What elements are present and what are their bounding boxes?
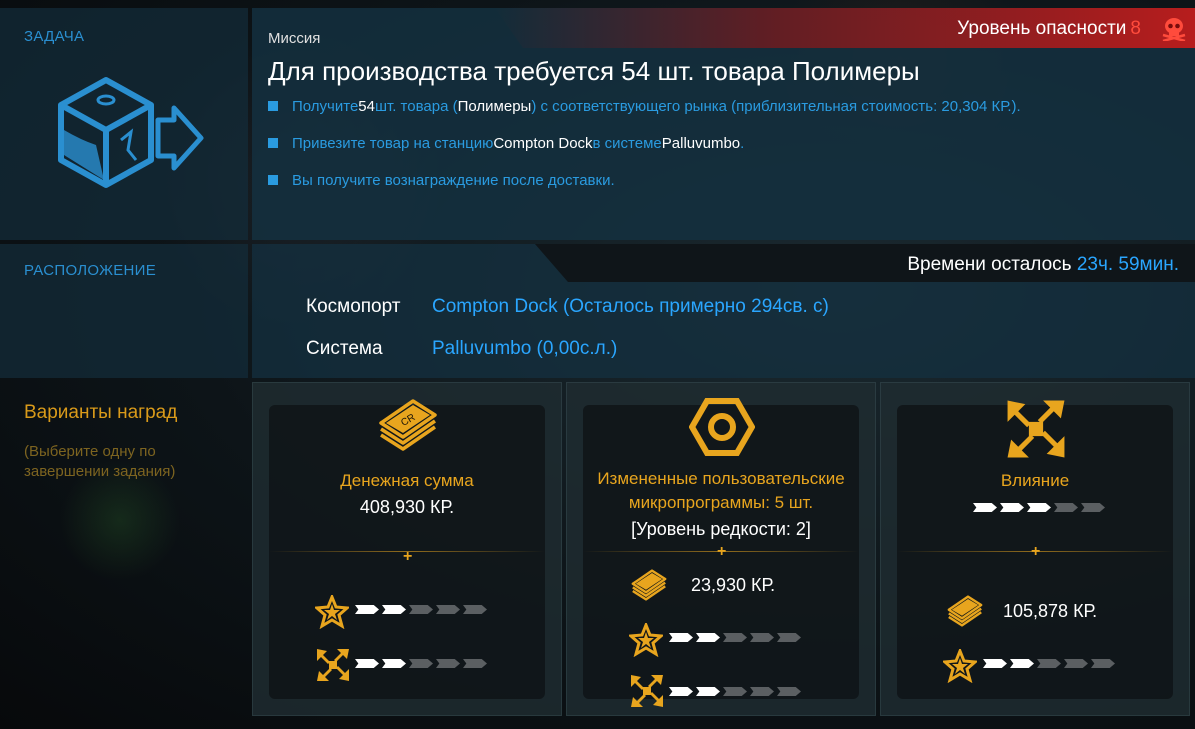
spaceport-value[interactable]: Compton Dock (Осталось примерно 294св. с… — [432, 296, 829, 317]
reward-card-influence[interactable]: Влияние + 105,878 КР. — [880, 382, 1190, 716]
task-panel: Уровень опасности 8 Миссия Для производст… — [252, 8, 1195, 240]
influence-bar — [355, 659, 487, 668]
influence-arrows-icon — [317, 649, 349, 681]
reputation-bar — [355, 605, 487, 614]
mission-title: Для производства требуется 54 шт. товара… — [268, 56, 920, 86]
objective-1-qty: 54 — [358, 97, 375, 115]
rewards-section-label: Варианты наград — [24, 402, 178, 423]
influence-arrows-icon — [631, 675, 663, 707]
spaceport-row: Космопорт Compton Dock (Осталось примерно… — [306, 296, 829, 318]
influence-arrows-icon — [1007, 400, 1065, 458]
reward-card-firmware[interactable]: Измененные пользовательские микропрограм… — [566, 382, 876, 716]
objective-1-text: шт. товара ( — [374, 97, 458, 115]
reward-credits: 105,878 КР. — [1003, 601, 1098, 621]
plus-sign: + — [1031, 543, 1041, 560]
cargo-box-icon — [58, 77, 204, 188]
task-label-block: ЗАДАЧА — [0, 8, 248, 240]
reward-rarity: [Уровень редкости: 2] — [631, 519, 811, 539]
reward-value: 408,930 КР. — [359, 497, 455, 517]
objective-2-text: в системе — [592, 134, 662, 152]
objective-3: Вы получите вознаграждение после доставк… — [268, 170, 1021, 190]
mission-objectives: Получите 54 шт. товара (Полимеры) с соот… — [268, 96, 1021, 207]
bullet-square-icon — [268, 138, 278, 148]
reward-title-line2: микропрограммы: 5 шт. — [628, 493, 814, 512]
location-panel: Времени осталось 23ч. 59мин. Космопорт Co… — [252, 244, 1195, 378]
influence-bar — [973, 503, 1105, 512]
objective-2-text: Привезите товар на станцию — [292, 134, 494, 152]
credits-stack-icon — [631, 569, 667, 601]
reputation-star-icon — [943, 649, 977, 683]
location-section-label: РАСПОЛОЖЕНИЕ — [24, 262, 157, 279]
skull-icon — [1162, 18, 1186, 41]
time-remaining: Времени осталось 23ч. 59мин. — [907, 254, 1179, 276]
location-label-block: РАСПОЛОЖЕНИЕ — [0, 244, 248, 378]
rewards-hint: (Выберите одну по завершении задания) — [24, 443, 176, 480]
influence-bar — [669, 687, 801, 696]
hex-gear-icon — [689, 398, 755, 456]
reward-title: Влияние — [1000, 471, 1070, 490]
objective-3-text: Вы получите вознаграждение после доставк… — [292, 171, 615, 189]
reward-title: Денежная сумма — [340, 471, 474, 490]
system-row: Система Palluvumbo (0,00с.л.) — [306, 338, 617, 360]
objective-2-system: Palluvumbo — [661, 134, 741, 152]
danger-level: Уровень опасности 8 — [957, 18, 1141, 40]
reward-credits: 23,930 КР. — [691, 575, 776, 595]
plus-sign: + — [717, 543, 727, 560]
mission-label: Миссия — [268, 30, 321, 47]
danger-value: 8 — [1130, 18, 1141, 39]
objective-2-text: . — [740, 134, 745, 152]
danger-label: Уровень опасности — [957, 18, 1127, 39]
credits-stack-icon — [947, 595, 983, 627]
reputation-bar — [669, 633, 801, 642]
objective-1: Получите 54 шт. товара (Полимеры) с соот… — [268, 96, 1021, 116]
reputation-star-icon — [629, 623, 663, 657]
objective-1-item: Полимеры — [457, 97, 532, 115]
plus-sign: + — [403, 548, 413, 565]
system-key: Система — [306, 338, 383, 359]
reward-title-line1: Измененные пользовательские — [597, 469, 845, 488]
time-label: Времени осталось — [907, 254, 1072, 275]
objective-2-station: Compton Dock — [493, 134, 593, 152]
objective-2: Привезите товар на станцию Compton Dock … — [268, 133, 1021, 153]
reputation-bar — [983, 659, 1115, 668]
objective-1-text: ) с соответствующего рынка (приблизитель… — [531, 97, 1021, 115]
credits-stack-icon: CR — [379, 399, 437, 451]
reward-card-credits[interactable]: CR Денежная сумма 408,930 КР. + — [252, 382, 562, 716]
system-value[interactable]: Palluvumbo (0,00с.л.) — [432, 338, 617, 359]
time-value: 23ч. 59мин. — [1076, 254, 1179, 275]
spaceport-key: Космопорт — [306, 296, 401, 317]
bullet-square-icon — [268, 101, 278, 111]
task-section-label: ЗАДАЧА — [24, 28, 85, 45]
objective-1-text: Получите — [292, 97, 359, 115]
reputation-star-icon — [315, 595, 349, 629]
left-label-column: ЗАДАЧА РАСПОЛОЖЕНИЕ Варианты наград (Выб… — [0, 0, 248, 729]
bullet-square-icon — [268, 175, 278, 185]
